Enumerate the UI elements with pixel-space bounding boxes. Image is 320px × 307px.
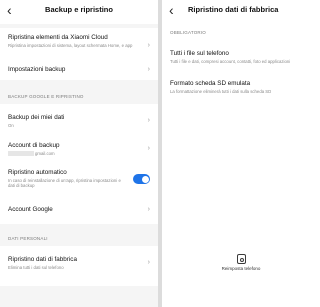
format-sd-label: Formato scheda SD emulata — [170, 80, 251, 88]
backup-my-data-status: On — [8, 123, 14, 128]
all-files-label: Tutti i file sul telefono — [170, 50, 229, 57]
google-account-label: Account Google — [8, 206, 53, 213]
section-label-required: OBBLIGATORIO — [170, 30, 206, 35]
auto-restore-description: In caso di reinstallazione di un'app, ri… — [8, 178, 121, 189]
top-bar: ‹ Ripristino dati di fabbrica — [162, 0, 320, 24]
chevron-right-icon: › — [147, 206, 150, 213]
backup-account-label: Account di backup — [8, 142, 60, 149]
page-title: Backup e ripristino — [45, 5, 113, 14]
backup-settings-item[interactable]: Impostazioni backup › — [0, 60, 158, 80]
format-sd-item: Formato scheda SD emulata La formattazio… — [162, 64, 320, 94]
back-arrow-icon[interactable]: ‹ — [169, 3, 174, 17]
factory-reset-description: Elimina tutti i dati sul telefono — [8, 265, 64, 270]
toggle-knob — [141, 175, 149, 183]
format-sd-description: La formattazione eliminerà tutti i dati … — [170, 89, 272, 95]
backup-my-data-label: Backup dei miei dati — [8, 114, 65, 121]
backup-restore-screen: ‹ Backup e ripristino Ripristina element… — [0, 0, 158, 307]
reset-phone-button[interactable]: Reimposta telefono — [162, 254, 320, 271]
factory-reset-label: Ripristino dati di fabbrica — [8, 256, 77, 263]
personal-card: Ripristino dati di fabbrica Elimina tutt… — [0, 246, 158, 286]
restore-cloud-description: Ripristina impostazioni di sistema, layo… — [8, 43, 133, 48]
auto-restore-item: Ripristino automatico In caso di reinsta… — [0, 164, 158, 198]
chevron-right-icon: › — [147, 42, 150, 49]
factory-reset-screen: ‹ Ripristino dati di fabbrica OBBLIGATOR… — [162, 0, 320, 307]
backup-account-email: gmail.com — [8, 151, 140, 157]
backup-settings-label: Impostazioni backup — [8, 66, 66, 73]
chevron-right-icon: › — [147, 259, 150, 266]
auto-restore-label: Ripristino automatico — [8, 169, 67, 176]
chevron-right-icon: › — [147, 145, 150, 152]
reset-phone-label: Reimposta telefono — [221, 266, 261, 271]
backup-account-item[interactable]: Account di backup gmail.com › — [0, 134, 158, 164]
cloud-card: Ripristina elementi da Xiaomi Cloud Ripr… — [0, 28, 158, 80]
auto-restore-toggle[interactable] — [133, 174, 150, 184]
section-label-google: BACKUP GOOGLE E RIPRISTINO — [8, 94, 84, 99]
restore-cloud-label: Ripristina elementi da Xiaomi Cloud — [8, 34, 108, 41]
page-title: Ripristino dati di fabbrica — [188, 5, 279, 14]
chevron-right-icon: › — [147, 117, 150, 124]
restore-cloud-item[interactable]: Ripristina elementi da Xiaomi Cloud Ripr… — [0, 28, 158, 60]
google-card: Backup dei miei dati On › Account di bac… — [0, 104, 158, 224]
top-bar: ‹ Backup e ripristino — [0, 0, 158, 24]
section-label-personal: DATI PERSONALI — [8, 236, 48, 241]
phone-reset-icon — [236, 254, 246, 264]
all-files-item: Tutti i file sul telefono Tutti i file e… — [162, 40, 320, 64]
redacted-email — [8, 151, 34, 157]
factory-reset-item[interactable]: Ripristino dati di fabbrica Elimina tutt… — [0, 246, 158, 276]
chevron-right-icon: › — [147, 66, 150, 73]
google-account-item[interactable]: Account Google › — [0, 198, 158, 224]
backup-my-data-item[interactable]: Backup dei miei dati On › — [0, 104, 158, 134]
